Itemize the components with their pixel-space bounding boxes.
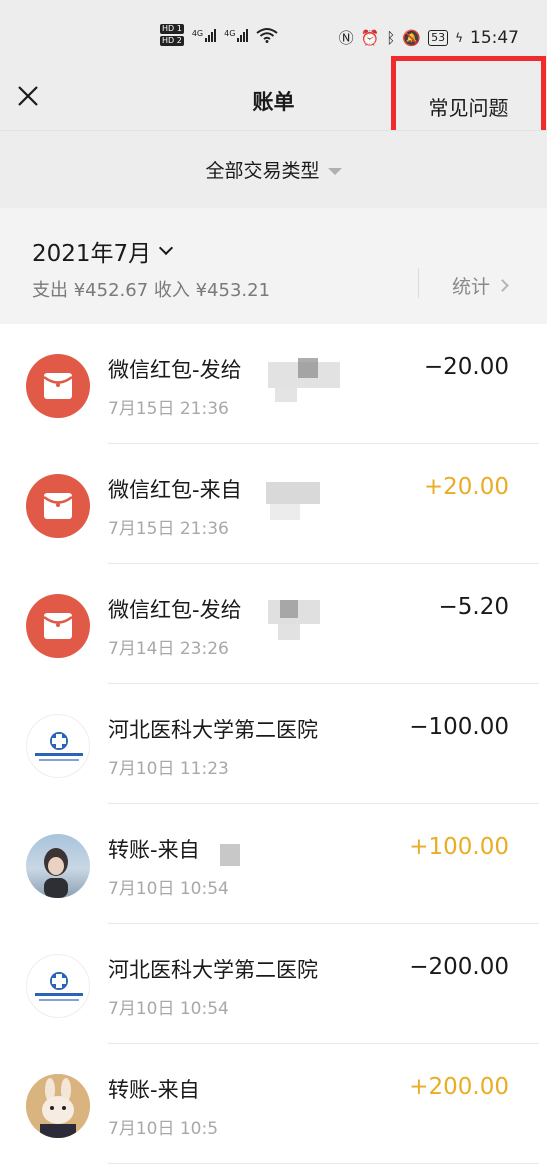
filter-label: 全部交易类型 bbox=[205, 160, 320, 182]
hd1-badge: HD 1 bbox=[160, 24, 184, 34]
month-label: 2021年7月 bbox=[32, 241, 152, 267]
transaction-amount: −100.00 bbox=[409, 714, 509, 740]
transaction-title: 转账-来自 bbox=[108, 838, 200, 862]
signal-icon: 4G bbox=[192, 28, 217, 42]
signal-icon: 4G bbox=[224, 28, 249, 42]
transaction-amount: +100.00 bbox=[409, 834, 509, 860]
red-packet-icon bbox=[26, 474, 90, 538]
redacted-name bbox=[266, 482, 320, 504]
user-avatar bbox=[26, 1074, 90, 1138]
transaction-title: 微信红包-来自 bbox=[108, 478, 242, 502]
transaction-title: 微信红包-发给 bbox=[108, 598, 242, 622]
transaction-time: 7月14日 23:26 bbox=[108, 639, 229, 659]
mute-icon: 🔕 bbox=[402, 29, 422, 47]
transaction-amount: −5.20 bbox=[438, 594, 509, 620]
transaction-time: 7月10日 10:5 bbox=[108, 1119, 219, 1139]
divider bbox=[418, 268, 419, 298]
user-avatar bbox=[26, 834, 90, 898]
month-summary: 支出 ¥452.67 收入 ¥453.21 bbox=[32, 280, 271, 301]
battery-indicator: 53 bbox=[428, 30, 449, 46]
transaction-time: 7月15日 21:36 bbox=[108, 399, 229, 419]
transaction-title: 河北医科大学第二医院 bbox=[108, 718, 318, 742]
hospital-logo bbox=[26, 714, 90, 778]
transaction-amount: −200.00 bbox=[409, 954, 509, 980]
transaction-row[interactable]: 微信红包-来自 7月15日 21:36 +20.00 bbox=[0, 444, 547, 564]
faq-button[interactable]: 常见问题 bbox=[429, 92, 509, 121]
transaction-row[interactable]: 转账-来自 7月10日 10:5 +200.00 bbox=[0, 1044, 547, 1164]
network-indicators: HD 1 HD 2 4G 4G bbox=[160, 24, 279, 46]
red-packet-icon bbox=[26, 354, 90, 418]
stats-label: 统计 bbox=[452, 276, 491, 298]
transaction-amount: +20.00 bbox=[423, 474, 509, 500]
alarm-icon: ⏰ bbox=[360, 29, 380, 47]
nav-bar: 账单 常见问题 bbox=[0, 56, 547, 144]
caret-down-icon bbox=[327, 167, 342, 175]
month-header: 2021年7月 支出 ¥452.67 收入 ¥453.21 统计 bbox=[0, 208, 547, 324]
chevron-right-icon bbox=[496, 279, 509, 292]
transaction-type-filter[interactable]: 全部交易类型 bbox=[0, 130, 547, 208]
transaction-time: 7月10日 11:23 bbox=[108, 759, 229, 779]
transaction-time: 7月10日 10:54 bbox=[108, 879, 229, 899]
transaction-time: 7月10日 10:54 bbox=[108, 999, 229, 1019]
nfc-icon: Ⓝ bbox=[338, 29, 354, 47]
redacted-name bbox=[220, 844, 240, 866]
transaction-title: 转账-来自 bbox=[108, 1078, 200, 1102]
redacted-name bbox=[298, 358, 318, 378]
transaction-time: 7月15日 21:36 bbox=[108, 519, 229, 539]
transaction-title: 微信红包-发给 bbox=[108, 358, 242, 382]
clock: 15:47 bbox=[470, 28, 519, 48]
transaction-row[interactable]: 转账-来自 7月10日 10:54 +100.00 bbox=[0, 804, 547, 924]
stats-button[interactable]: 统计 bbox=[452, 272, 509, 299]
transaction-title: 河北医科大学第二医院 bbox=[108, 958, 318, 982]
redacted-name bbox=[280, 600, 298, 618]
transaction-row[interactable]: 微信红包-发给 7月15日 21:36 −20.00 bbox=[0, 324, 547, 444]
system-indicators: Ⓝ ⏰ ᛒ 🔕 53 ϟ 15:47 bbox=[339, 28, 519, 48]
wifi-icon bbox=[256, 28, 279, 43]
bluetooth-icon: ᛒ bbox=[386, 29, 396, 47]
hd2-badge: HD 2 bbox=[160, 36, 184, 46]
chevron-down-icon bbox=[159, 240, 174, 256]
transaction-row[interactable]: 微信红包-发给 7月14日 23:26 −5.20 bbox=[0, 564, 547, 684]
redacted-name bbox=[278, 624, 300, 640]
transaction-list: 微信红包-发给 7月15日 21:36 −20.00 微信红包-来自 7月15日… bbox=[0, 324, 547, 1164]
transaction-amount: +200.00 bbox=[409, 1074, 509, 1100]
redacted-name bbox=[270, 504, 300, 520]
redacted-name bbox=[275, 388, 297, 402]
charging-icon: ϟ bbox=[455, 31, 463, 45]
transaction-row[interactable]: 河北医科大学第二医院 7月10日 10:54 −200.00 bbox=[0, 924, 547, 1044]
month-selector[interactable]: 2021年7月 bbox=[32, 234, 174, 268]
hospital-logo bbox=[26, 954, 90, 1018]
transaction-amount: −20.00 bbox=[423, 354, 509, 380]
transaction-row[interactable]: 河北医科大学第二医院 7月10日 11:23 −100.00 bbox=[0, 684, 547, 804]
red-packet-icon bbox=[26, 594, 90, 658]
